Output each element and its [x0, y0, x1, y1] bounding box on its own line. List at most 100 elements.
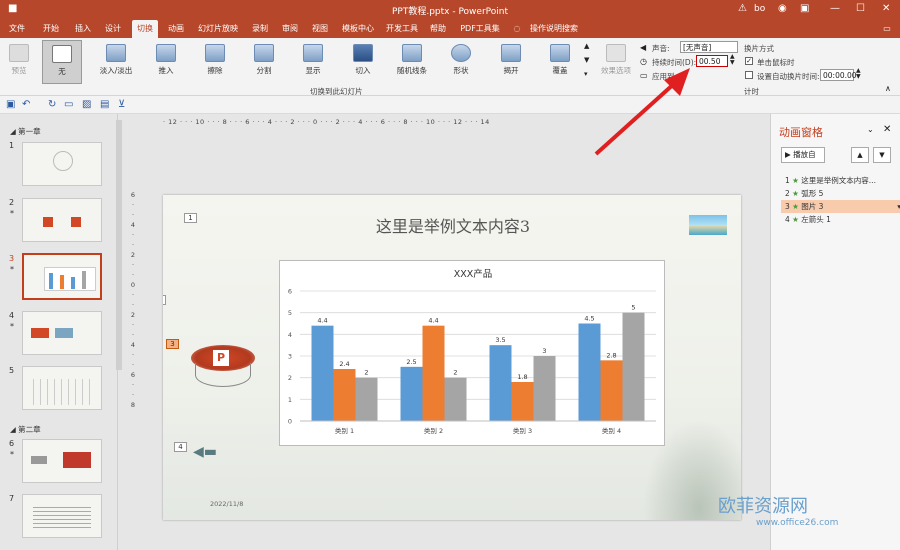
anim-item-num: 2 — [785, 189, 790, 198]
bar-data-label: 3.5 — [495, 336, 505, 344]
after-stepper-icon[interactable]: ▲ ▼ — [856, 68, 861, 80]
user-name[interactable]: bo — [754, 4, 765, 14]
slide-thumbnail-1[interactable] — [22, 142, 102, 186]
animation-item-1[interactable]: 1 ★ 这里是举例文本内容... — [785, 174, 900, 187]
anim-tag-4[interactable]: 4 — [174, 442, 187, 452]
effect-options-label: 效果选项 — [601, 66, 631, 75]
slide-title[interactable]: 这里是举例文本内容3 — [363, 213, 543, 237]
left-arrow-shape[interactable]: ◀▬ — [193, 444, 217, 460]
minimize-icon[interactable]: — — [830, 3, 840, 14]
on-click-checkbox[interactable]: ✓ — [745, 57, 753, 65]
animation-item-4[interactable]: 4 ★ 左箭头 1 — [785, 213, 900, 226]
effect-options-button[interactable]: 效果选项 — [596, 40, 636, 84]
slide-canvas[interactable]: 1 2 3 4 这里是举例文本内容3 P ◀▬ XXX产品01234564.42… — [163, 195, 741, 520]
image-icon[interactable]: ▨ — [82, 99, 91, 110]
tab-animations[interactable]: 动画 — [163, 20, 189, 38]
transition-wipe[interactable]: 擦除 — [195, 40, 235, 84]
comment-icon[interactable]: ▭ — [880, 20, 894, 38]
duration-icon: ◷ — [640, 57, 647, 66]
chart-title: XXX产品 — [454, 268, 493, 280]
transition-push[interactable]: 推入 — [146, 40, 186, 84]
user-icon[interactable]: ◉ — [778, 3, 787, 14]
tab-pdf-tools[interactable]: PDF工具集 — [457, 20, 503, 38]
tab-home[interactable]: 开始 — [38, 20, 64, 38]
pane-options-icon[interactable]: ⌄ — [867, 125, 874, 134]
slide-thumbnail-3[interactable] — [22, 253, 102, 300]
transition-uncover[interactable]: 揭开 — [491, 40, 531, 84]
landscape-image[interactable] — [689, 215, 727, 235]
animation-item-3[interactable]: 3 ★ 图片 3 ▾ — [781, 200, 900, 213]
chart-object[interactable]: XXX产品 0 1 2 3 4 5 6 4.4 2.4 2 类别 1 2.5 4.4 2 类别 2 3.5 1.8… — [279, 260, 665, 446]
transition-cut[interactable]: 切入 — [343, 40, 383, 84]
ribbon: 预览 无 淡入/淡出 推入 擦除 分割 显示 切入 随机线条 形状 揭开 覆盖 … — [0, 38, 900, 96]
new-slide-icon[interactable]: ▤ — [100, 99, 109, 110]
anim-tag-1[interactable]: 1 — [184, 213, 197, 223]
transition-shape[interactable]: 形状 — [441, 40, 481, 84]
tab-template-center[interactable]: 模板中心 — [338, 20, 378, 38]
apply-all-label[interactable]: 应用到 — [652, 71, 675, 82]
move-down-button[interactable]: ▼ — [873, 147, 891, 163]
transition-random-bars[interactable]: 随机线条 — [392, 40, 432, 84]
arc-shape[interactable] — [195, 363, 251, 387]
section-2-header[interactable]: ◢ 第二章 — [10, 424, 41, 435]
transition-none[interactable]: 无 — [42, 40, 82, 84]
tab-help[interactable]: 帮助 — [425, 20, 451, 38]
after-time-input[interactable]: 00:00.00 — [820, 69, 857, 81]
tab-insert[interactable]: 插入 — [70, 20, 96, 38]
slide-thumbnail-2[interactable] — [22, 198, 102, 242]
transition-fade[interactable]: 淡入/淡出 — [96, 40, 136, 84]
apply-all-icon[interactable]: ▭ — [640, 71, 648, 80]
ribbon-display-icon[interactable]: ▣ — [800, 3, 809, 14]
tab-review[interactable]: 审阅 — [277, 20, 303, 38]
collapse-ribbon-icon[interactable]: ∧ — [885, 84, 891, 93]
tab-record[interactable]: 录制 — [247, 20, 273, 38]
play-from-button[interactable]: ▶ 播放自 — [781, 147, 825, 163]
after-checkbox[interactable] — [745, 71, 753, 79]
slide-thumbnail-6[interactable] — [22, 439, 102, 483]
anim-tag-3[interactable]: 3 — [166, 339, 179, 349]
redo-icon[interactable]: ↻ — [48, 99, 56, 110]
tab-design[interactable]: 设计 — [100, 20, 126, 38]
y-tick-label: 0 — [288, 418, 292, 426]
tab-slideshow[interactable]: 幻灯片放映 — [194, 20, 242, 38]
horizontal-ruler: · 12 · · · 10 · · · 8 · · · 6 · · · 4 · … — [163, 118, 490, 126]
close-icon[interactable]: ✕ — [882, 3, 890, 14]
tell-me-search[interactable]: 操作说明搜索 — [526, 20, 582, 38]
preview-button[interactable]: 预览 — [2, 40, 36, 84]
move-up-button[interactable]: ▲ — [851, 147, 869, 163]
transition-shape-icon — [451, 44, 471, 62]
section-1-header[interactable]: ◢ 第一章 — [10, 126, 41, 137]
duration-stepper-icon[interactable]: ▲ ▼ — [730, 54, 735, 66]
y-tick-label: 4 — [288, 331, 292, 339]
anim-tag-2[interactable]: 2 — [163, 295, 166, 305]
y-tick-label: 3 — [288, 353, 292, 361]
duration-input[interactable]: 00.50 — [696, 55, 728, 67]
animation-item-2[interactable]: 2 ★ 弧形 5 — [785, 187, 900, 200]
slide-thumbnail-7[interactable] — [22, 494, 102, 538]
tab-file[interactable]: 文件 — [4, 20, 30, 38]
transition-cut-icon — [353, 44, 373, 62]
tab-view[interactable]: 视图 — [307, 20, 333, 38]
sound-icon: ◀ — [640, 43, 647, 52]
transition-split[interactable]: 分割 — [244, 40, 284, 84]
customize-qat-icon[interactable]: ⊻ — [118, 99, 125, 110]
tab-transitions[interactable]: 切换 — [132, 20, 158, 38]
gallery-scroll-up-icon[interactable]: ▲ — [584, 42, 589, 50]
preview-icon — [9, 44, 29, 62]
sound-select[interactable]: [无声音] — [680, 41, 738, 53]
slide-thumbnail-4[interactable] — [22, 311, 102, 355]
gallery-more-icon[interactable]: ▾ — [584, 70, 588, 78]
slide-thumbnail-5[interactable] — [22, 366, 102, 410]
tab-developer[interactable]: 开发工具 — [384, 20, 420, 38]
transition-reveal[interactable]: 显示 — [293, 40, 333, 84]
pane-close-icon[interactable]: ✕ — [883, 124, 891, 135]
transition-cover[interactable]: 覆盖 — [540, 40, 580, 84]
transition-random-bars-icon — [402, 44, 422, 62]
from-beginning-icon[interactable]: ▭ — [64, 99, 73, 110]
y-tick-label: 5 — [288, 309, 292, 317]
save-icon[interactable]: ▣ — [6, 99, 15, 110]
maximize-icon[interactable]: ☐ — [856, 3, 865, 14]
undo-icon[interactable]: ↶ — [22, 99, 30, 110]
y-tick-label: 1 — [288, 396, 292, 404]
gallery-scroll-down-icon[interactable]: ▼ — [584, 56, 589, 64]
